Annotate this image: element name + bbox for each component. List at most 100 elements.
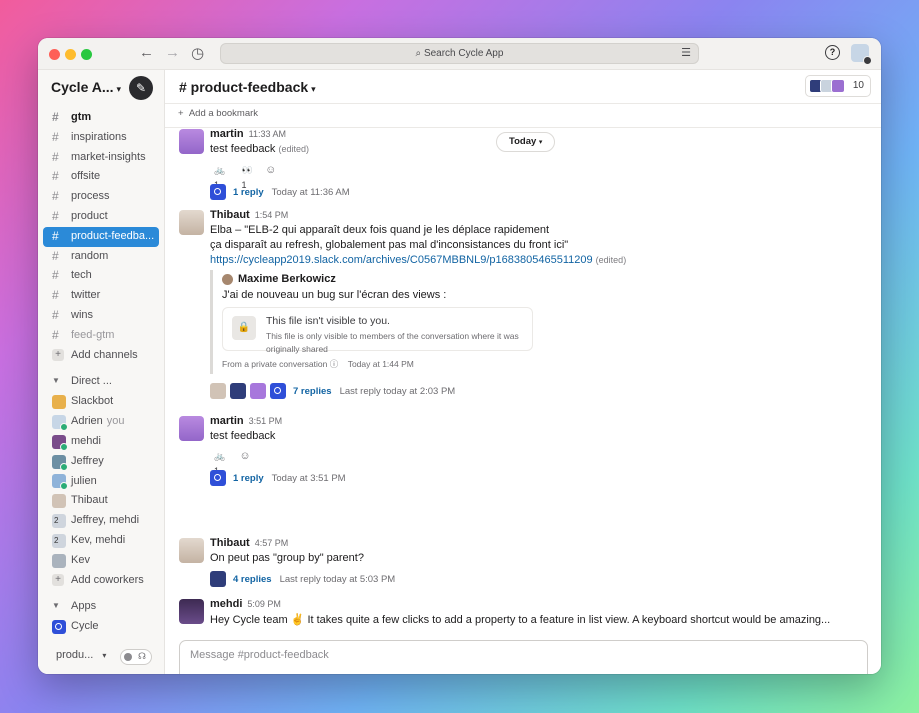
- message-text: Elba – "ELB-2 qui apparaît deux fois qua…: [210, 224, 550, 236]
- huddle-toggle[interactable]: ☊: [120, 649, 152, 665]
- sidebar-item-dm[interactable]: Jeffrey: [43, 452, 159, 472]
- avatar: [179, 538, 204, 563]
- sidebar-item-feed-gtm[interactable]: # feed-gtm: [43, 326, 159, 346]
- avatar: 2: [52, 533, 66, 548]
- add-coworkers-button[interactable]: + Add coworkers: [43, 571, 159, 591]
- avatar[interactable]: [851, 44, 872, 65]
- sidebar-item-dm[interactable]: 2 Kev, mehdi: [43, 531, 159, 551]
- reaction-bike[interactable]: 🚲 1: [210, 449, 233, 476]
- minimize-window-button[interactable]: [65, 49, 76, 60]
- message-time[interactable]: 11:33 AM: [249, 129, 286, 139]
- sidebar-item-wins[interactable]: # wins: [43, 306, 159, 326]
- thread-summary[interactable]: 1 reply Today at 11:36 AM: [210, 184, 350, 200]
- sidebar-item-product-feedba[interactable]: # product-feedba...: [43, 226, 159, 247]
- channel-title[interactable]: # product-feedback ▾: [179, 79, 316, 95]
- caret-down-icon: ▼: [52, 376, 60, 386]
- quote-time[interactable]: Today at 1:44 PM: [348, 359, 414, 369]
- sidebar-item-dm[interactable]: julien: [43, 472, 159, 492]
- thread-summary[interactable]: 1 reply Today at 3:51 PM: [210, 470, 346, 486]
- info-icon[interactable]: ⓘ: [330, 359, 339, 369]
- apps-header[interactable]: ▼ Apps: [43, 595, 159, 617]
- sidebar-item-dm[interactable]: 2 Jeffrey, mehdi: [43, 511, 159, 531]
- sidebar-item-random[interactable]: # random: [43, 247, 159, 267]
- hash-icon: #: [52, 228, 59, 243]
- plus-icon: +: [52, 574, 64, 587]
- sidebar-item-tech[interactable]: # tech: [43, 266, 159, 286]
- message-time[interactable]: 5:09 PM: [247, 599, 281, 609]
- thread-replies-link[interactable]: 1 reply: [233, 473, 264, 484]
- hash-icon: #: [52, 189, 59, 204]
- add-channels-button[interactable]: + Add channels: [43, 346, 159, 366]
- add-reaction-icon[interactable]: ☺: [265, 163, 277, 178]
- message-author[interactable]: martin: [210, 128, 244, 140]
- sidebar-footer-label[interactable]: produ... ▾: [56, 649, 106, 661]
- thread-replies-link[interactable]: 1 reply: [233, 187, 264, 198]
- sidebar-item-twitter[interactable]: # twitter: [43, 286, 159, 306]
- cycle-app-icon: [210, 184, 226, 200]
- message-text: test feedback: [210, 430, 276, 442]
- sidebar-item-cycle-app[interactable]: Cycle: [43, 617, 159, 637]
- message-composer[interactable]: + Aa ☺ @ ▭ 🎙 ⊘ ➤ ▾: [179, 640, 868, 674]
- thread-summary[interactable]: 4 replies Last reply today at 5:03 PM: [210, 571, 395, 587]
- thread-replies-link[interactable]: 4 replies: [233, 574, 272, 585]
- sidebar-item-offsite[interactable]: # offsite: [43, 167, 159, 187]
- date-divider-button[interactable]: Today ▾: [496, 132, 556, 152]
- message-time[interactable]: 4:57 PM: [255, 538, 289, 548]
- message-link[interactable]: https://cycleapp2019.slack.com/archives/…: [210, 254, 593, 266]
- message-author[interactable]: Thibaut: [210, 537, 250, 549]
- message-time[interactable]: 3:51 PM: [249, 416, 283, 426]
- close-window-button[interactable]: [49, 49, 60, 60]
- avatar: [179, 599, 204, 624]
- sidebar-item-product[interactable]: # product: [43, 207, 159, 227]
- plus-icon: +: [178, 108, 184, 119]
- sidebar-item-gtm[interactable]: # gtm: [43, 108, 159, 128]
- sidebar-list: # gtm # inspirations # market-insights # offsit…: [43, 108, 159, 637]
- message-author[interactable]: Thibaut: [210, 209, 250, 221]
- filter-icon[interactable]: ☰: [681, 44, 691, 63]
- cycle-app-icon: [52, 620, 66, 635]
- sidebar-item-label: Jeffrey, mehdi: [71, 514, 140, 527]
- arrow-left-icon[interactable]: ←: [139, 44, 154, 61]
- message-time[interactable]: 1:54 PM: [255, 210, 289, 220]
- message-text: test feedback: [210, 143, 276, 155]
- you-label: you: [106, 415, 125, 428]
- add-reaction-icon[interactable]: ☺: [239, 449, 252, 464]
- message-input[interactable]: [190, 649, 790, 661]
- sidebar-item-label: offsite: [71, 170, 101, 183]
- workspace-switcher[interactable]: Cycle A... ▾: [51, 79, 121, 95]
- message-author[interactable]: martin: [210, 415, 244, 427]
- message-text: Hey Cycle team ✌️ It takes quite a few c…: [210, 614, 831, 626]
- compose-button[interactable]: ✎: [129, 76, 153, 100]
- sidebar-item-dm[interactable]: mehdi: [43, 432, 159, 452]
- quote-source: From a private conversation: [222, 359, 328, 369]
- sidebar-item-dm[interactable]: Adrien you: [43, 412, 159, 432]
- arrow-right-icon[interactable]: →: [165, 44, 180, 61]
- sidebar-item-market-insights[interactable]: # market-insights: [43, 148, 159, 168]
- search-bar[interactable]: ⌕ Search Cycle App ☰: [220, 43, 699, 64]
- thread-replies-link[interactable]: 7 replies: [293, 386, 332, 397]
- sidebar-item-label: gtm: [71, 111, 92, 123]
- add-bookmark-button[interactable]: + Add a bookmark: [178, 108, 258, 119]
- hash-icon: #: [52, 268, 59, 283]
- members-button[interactable]: 10: [805, 75, 871, 97]
- hash-icon: #: [52, 129, 59, 144]
- sidebar-item-dm[interactable]: Kev: [43, 551, 159, 571]
- sidebar-item-dm[interactable]: Slackbot: [43, 392, 159, 412]
- help-icon[interactable]: ?: [825, 45, 840, 60]
- headphones-icon: ☊: [138, 651, 146, 661]
- quote-author[interactable]: Maxime Berkowicz: [238, 273, 336, 285]
- reaction-eyes[interactable]: 👀 1: [237, 163, 258, 190]
- direct-messages-header[interactable]: ▼ Direct ...: [43, 370, 159, 392]
- reaction-bike[interactable]: 🚲 1: [210, 163, 231, 190]
- cycle-app-icon: [270, 383, 286, 399]
- sidebar-item-dm[interactable]: Thibaut: [43, 491, 159, 511]
- clock-icon[interactable]: ◷: [191, 44, 204, 62]
- avatar: [210, 383, 226, 399]
- message-feed[interactable]: martin 11:33 AM test feedback (edited) 🚲 …: [165, 128, 881, 628]
- sidebar-item-process[interactable]: # process: [43, 187, 159, 207]
- thread-summary[interactable]: 7 replies Last reply today at 2:03 PM: [210, 383, 455, 399]
- zoom-window-button[interactable]: [81, 49, 92, 60]
- message-author[interactable]: mehdi: [210, 598, 242, 610]
- shared-message[interactable]: Maxime Berkowicz J'ai de nouveau un bug …: [210, 270, 533, 374]
- sidebar-item-inspirations[interactable]: # inspirations: [43, 128, 159, 148]
